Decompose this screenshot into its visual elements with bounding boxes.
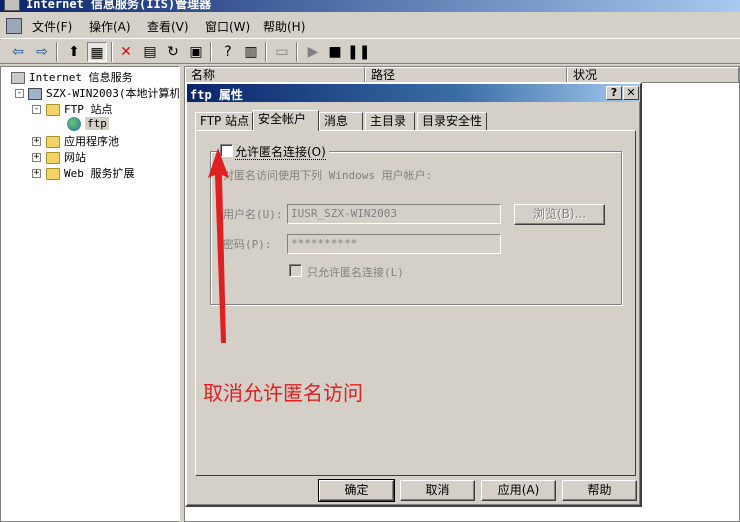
- window-title: Internet 信息服务(IIS)管理器: [26, 0, 212, 11]
- folder-icon: [46, 152, 60, 164]
- collapse-icon[interactable]: -: [15, 89, 24, 98]
- tree-item-ftp-sites[interactable]: FTP 站点: [46, 101, 113, 117]
- toolbar-separator: [265, 42, 267, 62]
- computer-icon: [28, 88, 42, 100]
- menu-action[interactable]: 操作(A): [89, 18, 131, 35]
- ftp-site-icon: [67, 117, 81, 131]
- browse-button[interactable]: 浏览(B)...: [514, 204, 605, 225]
- back-icon[interactable]: ⇦: [8, 42, 28, 62]
- help-button[interactable]: ?: [606, 86, 622, 100]
- tree-item-web-ext[interactable]: Web 服务扩展: [46, 165, 135, 181]
- cancel-button[interactable]: 取消: [400, 480, 475, 501]
- tree-item-ftp[interactable]: ftp: [67, 117, 109, 131]
- tab-messages[interactable]: 消息: [319, 112, 363, 130]
- computer-icon[interactable]: ▭: [272, 42, 292, 62]
- column-header-status[interactable]: 状况: [567, 67, 739, 83]
- anonymous-group: 允许匿名连接(O) 对匿名访问使用下列 Windows 用户帐户: 用户名(U)…: [210, 143, 622, 305]
- toolbar: ⇦ ⇨ ⬆ ▦ ✕ ▤ ↻ ▣ ? ▥ ▭ ▶ ■ ❚❚: [0, 38, 740, 64]
- iis-icon: [11, 72, 25, 84]
- tab-ftp-site[interactable]: FTP 站点: [195, 112, 253, 130]
- password-field[interactable]: **********: [287, 234, 501, 254]
- menu-help[interactable]: 帮助(H): [263, 18, 305, 35]
- properties-dialog: ftp 属性 ? ✕ FTP 站点 安全帐户 消息 主目录 目录安全性 允许匿名…: [185, 82, 642, 507]
- help-icon[interactable]: ?: [218, 42, 238, 62]
- iis-app-icon: [4, 0, 20, 11]
- main-title-bar: Internet 信息服务(IIS)管理器: [0, 0, 740, 12]
- tree-item-server[interactable]: SZX-WIN2003(本地计算机): [28, 85, 179, 101]
- up-level-icon[interactable]: ⬆: [64, 42, 84, 62]
- expand-icon[interactable]: +: [32, 169, 41, 178]
- annotation-text: 取消允许匿名访问: [203, 381, 363, 405]
- tab-directory-security[interactable]: 目录安全性: [417, 112, 487, 130]
- anonymous-description: 对匿名访问使用下列 Windows 用户帐户:: [223, 169, 433, 182]
- folder-icon: [46, 168, 60, 180]
- column-header-path[interactable]: 路径: [365, 67, 567, 83]
- menu-file[interactable]: 文件(F): [32, 18, 72, 35]
- tree-pane: Internet 信息服务 - SZX-WIN2003(本地计算机) - FTP…: [0, 66, 180, 522]
- properties-icon[interactable]: ▤: [140, 42, 160, 62]
- forward-icon[interactable]: ⇨: [32, 42, 52, 62]
- mmc-icon-2[interactable]: ▥: [241, 42, 261, 62]
- show-tree-icon[interactable]: ▦: [87, 42, 107, 62]
- dialog-title-bar: ftp 属性 ? ✕: [187, 84, 640, 102]
- tree-item-iis-root[interactable]: Internet 信息服务: [11, 69, 133, 85]
- toolbar-separator: [111, 42, 113, 62]
- security-accounts-panel: 允许匿名连接(O) 对匿名访问使用下列 Windows 用户帐户: 用户名(U)…: [195, 130, 636, 476]
- tree-item-app-pools[interactable]: 应用程序池: [46, 133, 119, 149]
- tab-home-directory[interactable]: 主目录: [365, 112, 415, 130]
- export-list-icon[interactable]: ▣: [186, 42, 206, 62]
- menu-window[interactable]: 窗口(W): [205, 18, 250, 35]
- mmc-icon[interactable]: [6, 18, 22, 34]
- username-field[interactable]: IUSR_SZX-WIN2003: [287, 204, 501, 224]
- menu-view[interactable]: 查看(V): [147, 18, 189, 35]
- menu-bar: 文件(F) 操作(A) 查看(V) 窗口(W) 帮助(H): [0, 14, 740, 38]
- expand-icon[interactable]: +: [32, 153, 41, 162]
- tab-security-accounts[interactable]: 安全帐户: [253, 110, 319, 131]
- tree-item-websites[interactable]: 网站: [46, 149, 86, 165]
- allow-anonymous-label: 允许匿名连接(O): [235, 145, 326, 160]
- collapse-icon[interactable]: -: [32, 105, 41, 114]
- dialog-title: ftp 属性: [190, 88, 243, 102]
- folder-icon: [46, 136, 60, 148]
- toolbar-separator: [56, 42, 58, 62]
- play-icon[interactable]: ▶: [303, 42, 323, 62]
- only-anonymous-checkbox[interactable]: [289, 264, 302, 277]
- expand-icon[interactable]: +: [32, 137, 41, 146]
- ok-button[interactable]: 确定: [318, 479, 395, 502]
- refresh-icon[interactable]: ↻: [163, 42, 183, 62]
- stop-icon[interactable]: ■: [325, 42, 345, 62]
- dialog-help-button[interactable]: 帮助: [562, 480, 637, 501]
- toolbar-separator: [210, 42, 212, 62]
- toolbar-separator: [296, 42, 298, 62]
- column-header-name[interactable]: 名称: [185, 67, 365, 83]
- folder-icon: [46, 104, 60, 116]
- close-button[interactable]: ✕: [623, 86, 639, 100]
- apply-button[interactable]: 应用(A): [481, 480, 556, 501]
- delete-icon[interactable]: ✕: [116, 42, 136, 62]
- pause-icon[interactable]: ❚❚: [347, 42, 370, 62]
- only-anonymous-label: 只允许匿名连接(L): [307, 266, 404, 279]
- annotation-arrow-icon: [208, 148, 229, 343]
